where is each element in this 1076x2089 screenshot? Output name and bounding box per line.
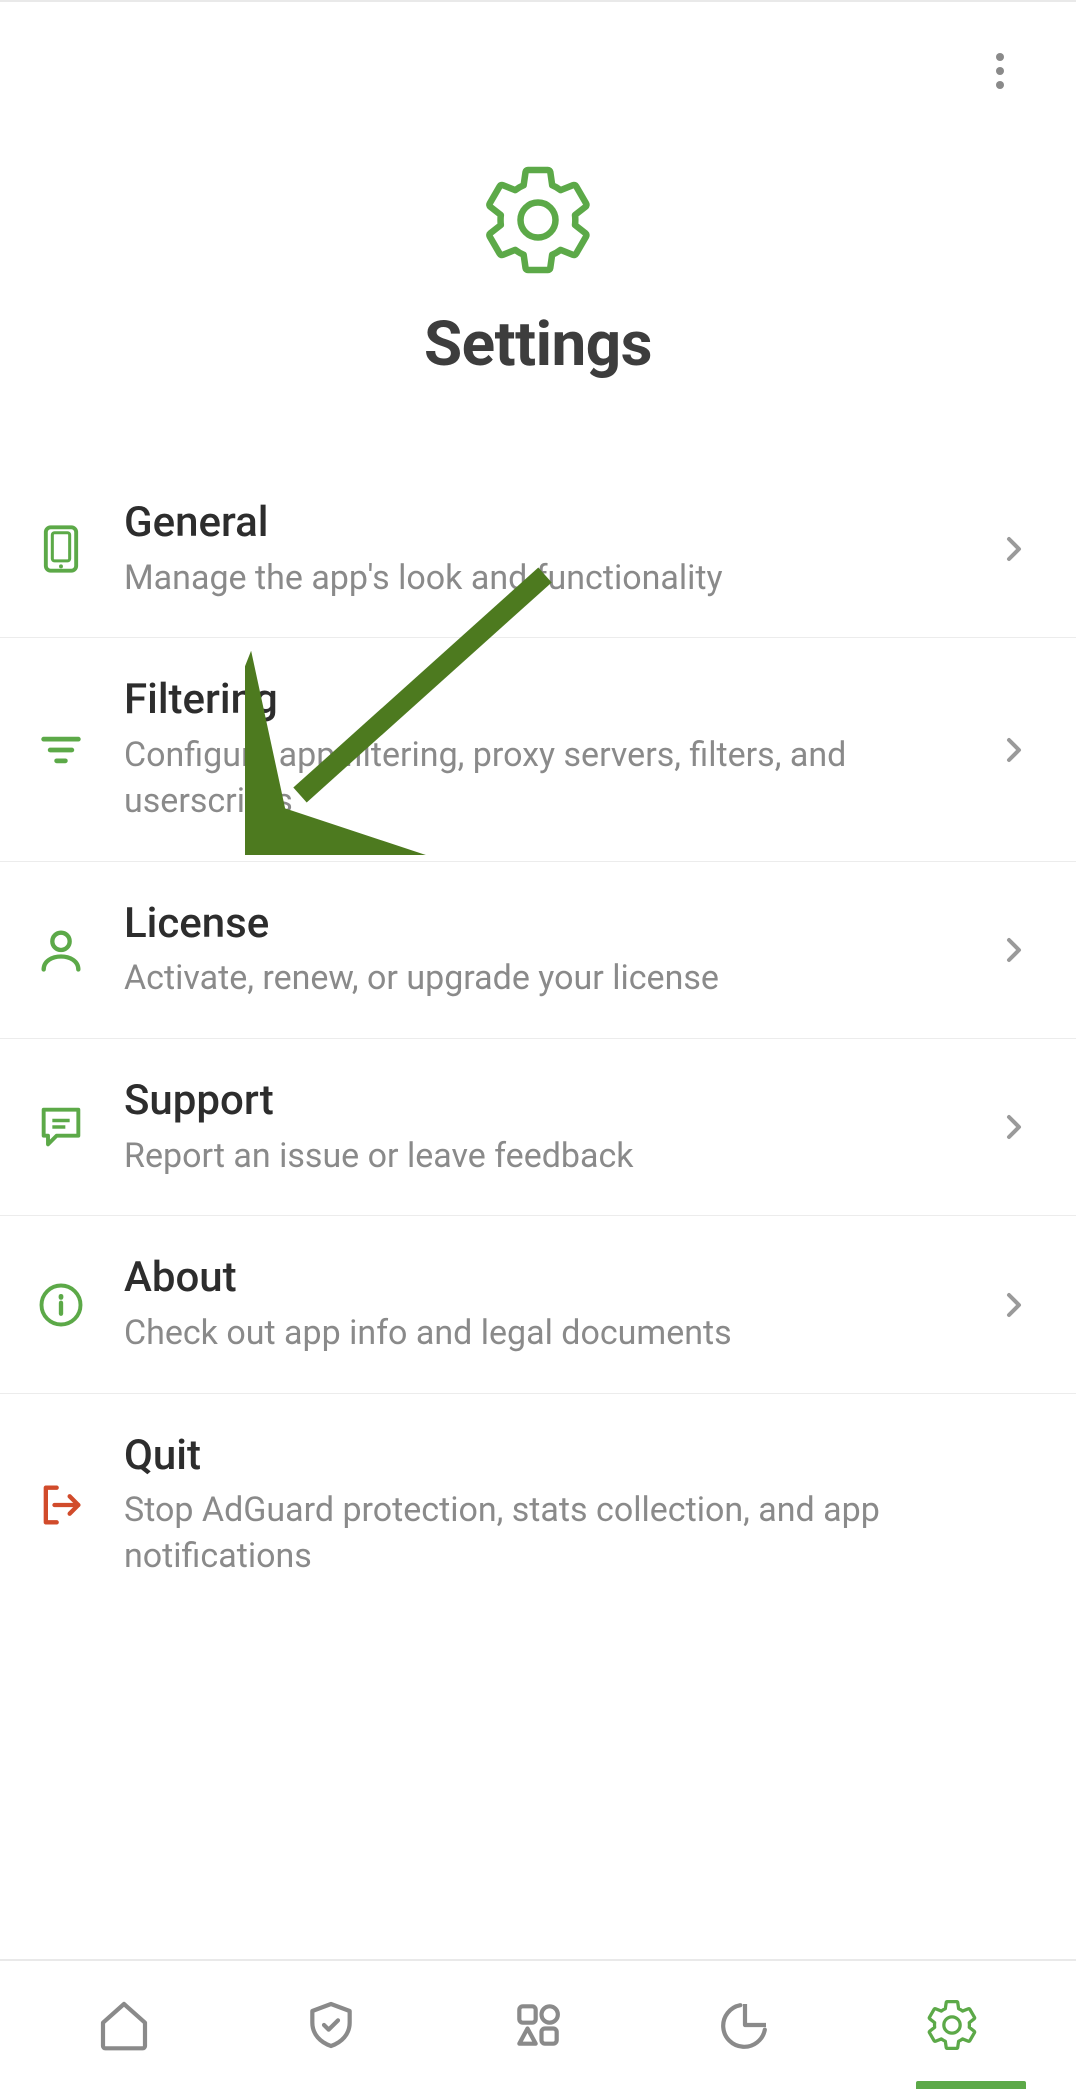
settings-item-general[interactable]: General Manage the app's look and functi…: [0, 461, 1076, 638]
item-title: Support: [124, 1075, 978, 1128]
item-subtitle: Report an issue or leave feedback: [124, 1134, 978, 1180]
more-vertical-icon: [976, 47, 1024, 95]
chevron-right-icon: [994, 1285, 1034, 1325]
settings-item-quit[interactable]: Quit Stop AdGuard protection, stats coll…: [0, 1394, 1076, 1616]
item-title: License: [124, 898, 978, 951]
chevron-right-icon: [994, 529, 1034, 569]
pie-chart-icon: [717, 1997, 773, 2053]
gear-icon: [478, 160, 598, 280]
nav-active-indicator: [916, 2081, 1026, 2089]
nav-apps[interactable]: [498, 1985, 578, 2065]
chat-icon: [30, 1096, 92, 1158]
chevron-right-icon: [994, 1107, 1034, 1147]
nav-home[interactable]: [84, 1985, 164, 2065]
nav-protection[interactable]: [291, 1985, 371, 2065]
gear-icon: [924, 1997, 980, 2053]
bottom-nav: [0, 1959, 1076, 2089]
home-icon: [96, 1997, 152, 2053]
nav-settings[interactable]: [912, 1985, 992, 2065]
filter-icon: [30, 719, 92, 781]
item-subtitle: Configure app filtering, proxy servers, …: [124, 733, 978, 825]
exit-icon: [30, 1474, 92, 1536]
item-title: About: [124, 1252, 978, 1305]
item-title: General: [124, 497, 978, 550]
item-title: Quit: [124, 1430, 1034, 1483]
item-subtitle: Manage the app's look and functionality: [124, 556, 978, 602]
item-subtitle: Check out app info and legal documents: [124, 1311, 978, 1357]
user-icon: [30, 919, 92, 981]
info-icon: [30, 1274, 92, 1336]
shapes-icon: [510, 1997, 566, 2053]
item-subtitle: Stop AdGuard protection, stats collectio…: [124, 1488, 1034, 1580]
chevron-right-icon: [994, 930, 1034, 970]
settings-item-license[interactable]: License Activate, renew, or upgrade your…: [0, 862, 1076, 1039]
nav-stats[interactable]: [705, 1985, 785, 2065]
settings-item-filtering[interactable]: Filtering Configure app filtering, proxy…: [0, 638, 1076, 861]
item-subtitle: Activate, renew, or upgrade your license: [124, 956, 978, 1002]
device-icon: [30, 518, 92, 580]
shield-check-icon: [303, 1997, 359, 2053]
item-title: Filtering: [124, 674, 978, 727]
more-menu-button[interactable]: [972, 43, 1028, 99]
settings-item-support[interactable]: Support Report an issue or leave feedbac…: [0, 1039, 1076, 1216]
chevron-right-icon: [994, 730, 1034, 770]
settings-item-about[interactable]: About Check out app info and legal docum…: [0, 1216, 1076, 1393]
page-title: Settings: [424, 308, 652, 381]
